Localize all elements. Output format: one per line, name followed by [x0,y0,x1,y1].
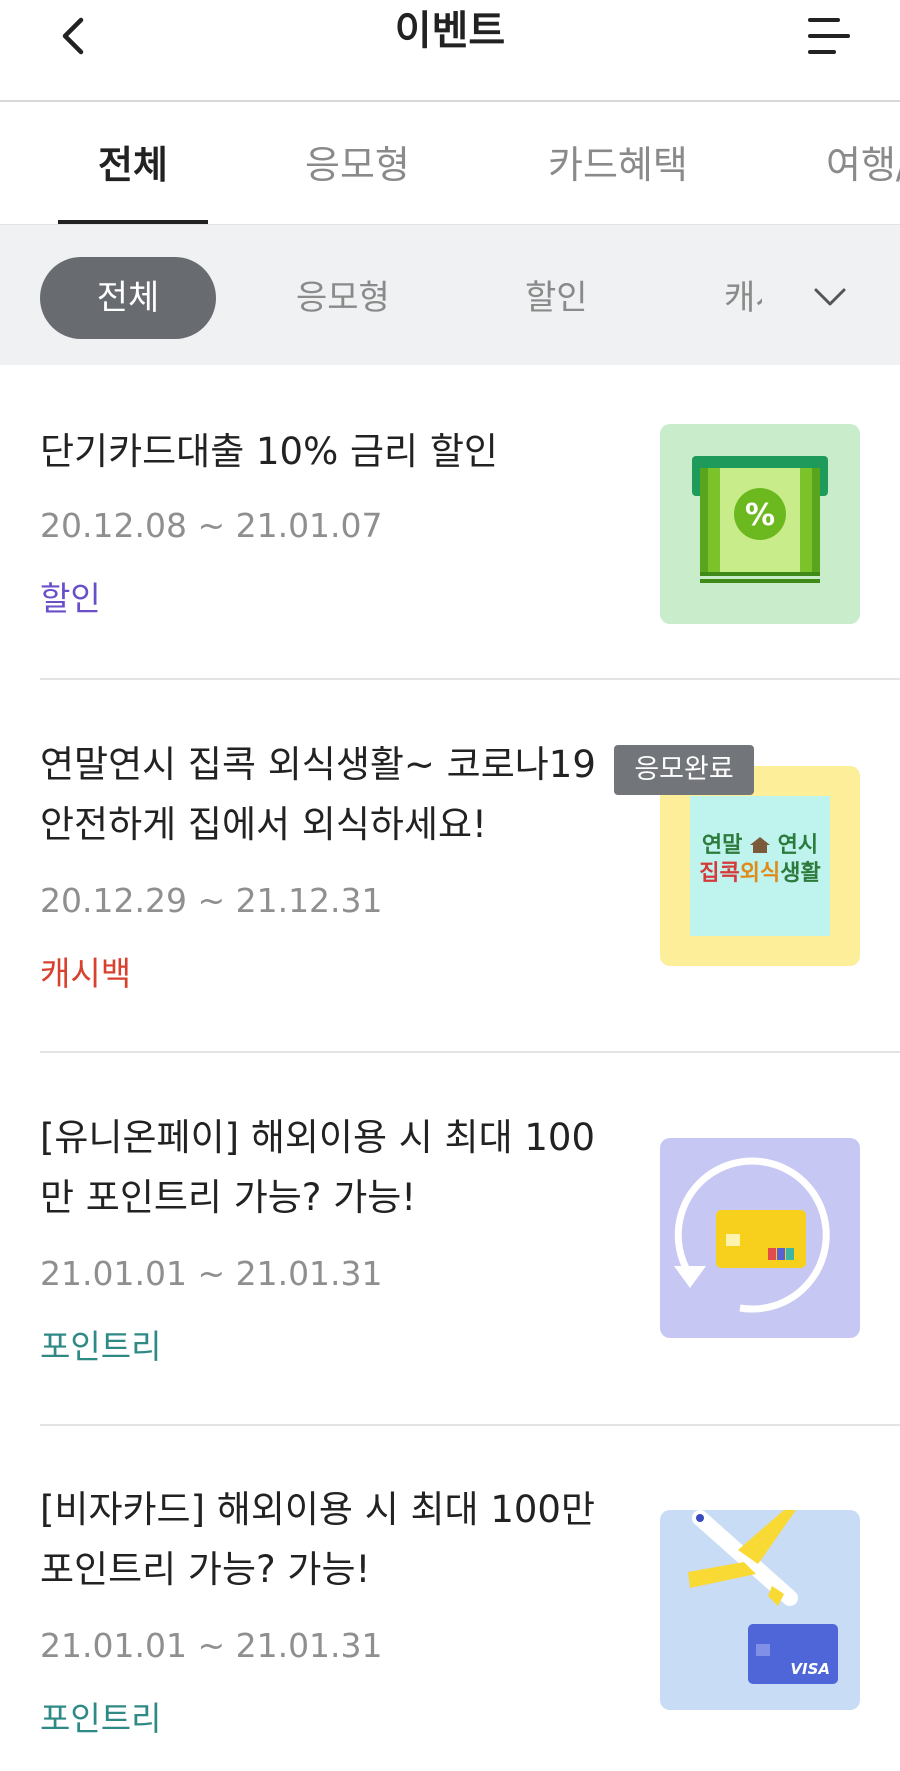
list-divider [40,678,900,680]
status-badge: 응모완료 [614,745,754,795]
cash-percent-icon: % [692,456,828,583]
list-divider [40,1051,900,1053]
hamburger-menu-icon [808,18,850,54]
filter-chip-entry[interactable]: 응모형 [296,257,390,339]
event-item[interactable]: 단기카드대출 10% 금리 할인 20.12.08 ~ 21.01.07 할인 … [40,420,900,640]
event-thumbnail: % [660,424,860,624]
event-category: 포인트리 [40,1327,162,1366]
event-period: 21.01.01 ~ 21.01.31 [40,1254,383,1293]
thumbnail-caption: 연말 연시 집콕외식생활 [699,833,821,886]
event-thumbnail: 연말 연시 집콕외식생활 [660,766,860,966]
menu-button[interactable] [804,12,852,60]
event-category: 할인 [40,579,101,618]
event-thumbnail: VISA [660,1510,860,1710]
event-title: 연말연시 집콕 외식생활~ 코로나19 안전하게 집에서 외식하세요! [40,743,596,846]
app-header: 이벤트 [0,0,900,102]
expand-filters-button[interactable] [800,267,860,327]
event-item[interactable]: [유니온페이] 해외이용 시 최대 100만 포인트리 가능? 가능! 21.0… [40,1108,900,1408]
house-icon [750,837,770,853]
tab-all[interactable]: 전체 [98,140,168,190]
svg-text:%: % [745,498,775,533]
tab-travel[interactable]: 여행/ [826,140,900,190]
event-title: [비자카드] 해외이용 시 최대 100만 포인트리 가능? 가능! [40,1488,596,1591]
event-category: 캐시백 [40,954,132,993]
event-period: 21.01.01 ~ 21.01.31 [40,1626,383,1665]
visa-label: VISA [790,1660,830,1678]
active-tab-indicator [58,220,208,224]
list-divider [40,1424,900,1426]
event-item[interactable]: [비자카드] 해외이용 시 최대 100만 포인트리 가능? 가능! 21.01… [40,1480,900,1771]
tab-entry[interactable]: 응모형 [305,140,410,190]
event-title: [유니온페이] 해외이용 시 최대 100만 포인트리 가능? 가능! [40,1116,596,1219]
event-category: 포인트리 [40,1699,162,1738]
event-title: 단기카드대출 10% 금리 할인 [40,430,498,473]
card-chip [756,1644,770,1656]
visa-card: VISA [748,1624,838,1684]
event-period: 20.12.08 ~ 21.01.07 [40,506,383,545]
tab-card-benefits[interactable]: 카드혜택 [548,140,688,190]
category-tabs: 전체 응모형 카드혜택 여행/ [0,102,900,226]
filter-bar: 전체 응모형 할인 캐시 [0,225,900,365]
event-thumbnail [660,1138,860,1338]
filter-chip-all[interactable]: 전체 [40,257,216,339]
page-title: 이벤트 [394,8,506,54]
filter-chip-cashback[interactable]: 캐시 [724,257,762,339]
event-period: 20.12.29 ~ 21.12.31 [40,881,383,920]
filter-chip-discount[interactable]: 할인 [525,257,588,339]
card-refresh-icon [674,1157,830,1313]
chevron-down-icon [814,288,846,306]
